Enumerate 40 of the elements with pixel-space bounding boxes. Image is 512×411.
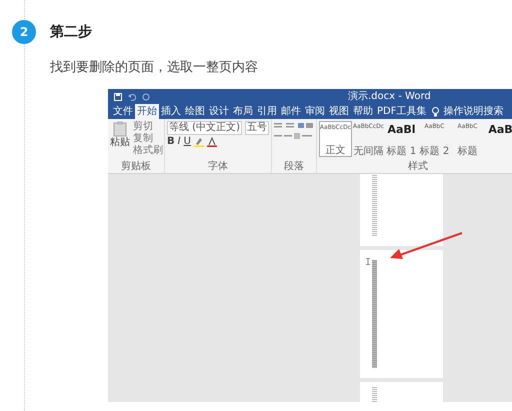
ribbon-tab[interactable]: 邮件: [279, 104, 303, 119]
clipboard-action[interactable]: 剪切: [133, 121, 163, 132]
ribbon-tab[interactable]: 审阅: [303, 104, 327, 119]
group-label: 样式: [406, 161, 429, 172]
step-title: 第二步: [50, 23, 92, 41]
font-color-icon[interactable]: [206, 137, 217, 147]
ribbon-tab[interactable]: 引用: [255, 104, 279, 119]
format-button[interactable]: U: [184, 136, 191, 148]
undo-icon[interactable]: [128, 92, 136, 100]
save-icon[interactable]: [114, 92, 122, 100]
lightbulb-icon: [432, 106, 440, 116]
step-description: 找到要删除的页面，选取一整页内容: [50, 59, 259, 76]
ribbon-tab[interactable]: 布局: [231, 104, 255, 119]
step-number: 2: [12, 20, 36, 44]
clipboard-action[interactable]: 复制: [133, 133, 163, 144]
ribbon-tab[interactable]: 设计: [207, 104, 231, 119]
font-name-field[interactable]: 等线 (中文正文): [167, 121, 242, 135]
ribbon-tab[interactable]: PDF工具集: [375, 104, 428, 119]
tell-me-search[interactable]: 操作说明搜索: [441, 104, 506, 119]
style-option[interactable]: AaBl 标题 1: [384, 121, 418, 157]
clipboard-action[interactable]: 格式刷: [133, 145, 163, 156]
ribbon-tab[interactable]: 视图: [327, 104, 351, 119]
ribbon-tab[interactable]: 文件: [111, 104, 135, 119]
ribbon-tab[interactable]: 插入: [159, 104, 183, 119]
font-size-field[interactable]: 五号: [244, 121, 269, 135]
paste-icon[interactable]: [113, 121, 127, 137]
format-button[interactable]: I: [178, 136, 181, 148]
format-button[interactable]: B: [167, 136, 175, 148]
style-option[interactable]: AaB: [484, 121, 512, 157]
group-label: 段落: [282, 161, 305, 172]
ribbon-tab[interactable]: 绘图: [183, 104, 207, 119]
text-cursor-icon: [366, 258, 370, 265]
ribbon-tab[interactable]: 开始: [135, 104, 159, 119]
window-title: 演示.docx - Word: [348, 90, 431, 104]
ribbon-tab[interactable]: 帮助: [351, 104, 375, 119]
group-label: 剪贴板: [120, 161, 152, 172]
group-label: 字体: [206, 161, 229, 172]
text-lines: [372, 174, 377, 236]
highlight-icon[interactable]: [194, 137, 204, 147]
paste-button[interactable]: 粘贴: [110, 137, 130, 148]
